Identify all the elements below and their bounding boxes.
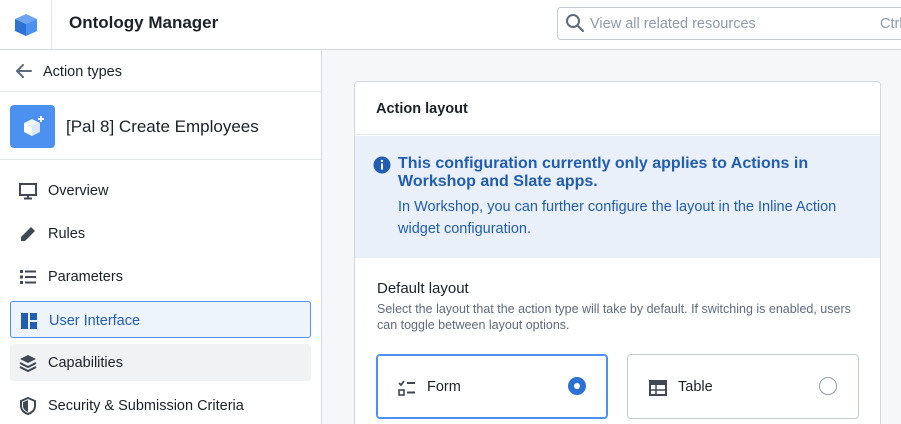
sidebar-item-label: Rules [48, 226, 86, 242]
sidebar-item-label: Overview [48, 183, 109, 199]
action-layout-card: Action layout This configuration current… [354, 81, 881, 424]
layers-icon [19, 355, 37, 372]
radio-table[interactable] [819, 377, 837, 395]
option-label: Form [427, 379, 461, 395]
radio-form[interactable] [568, 377, 586, 395]
search-shortcut-hint: Ctrl [880, 16, 901, 32]
sidebar: Action types [Pal 8] Create Employees Ov… [0, 50, 322, 424]
app-title: Ontology Manager [69, 13, 219, 32]
back-to-action-types[interactable]: Action types [0, 50, 321, 92]
list-icon [20, 270, 36, 284]
arrow-left-icon [16, 64, 32, 78]
sidebar-item-label: Parameters [48, 269, 123, 285]
callout-title: This configuration currently only applie… [398, 155, 809, 190]
app-logo[interactable] [0, 0, 52, 49]
layout-option-form[interactable]: Form [376, 354, 608, 419]
edit-icon [21, 227, 35, 241]
form-icon [398, 380, 415, 396]
sidebar-item-label: Security & Submission Criteria [48, 398, 244, 414]
sidebar-item-capabilities[interactable]: Capabilities [10, 344, 311, 381]
sidebar-item-user-interface[interactable]: User Interface [10, 301, 311, 338]
default-layout-label: Default layout [377, 280, 469, 297]
action-type-name: [Pal 8] Create Employees [66, 117, 259, 136]
card-header: Action layout [355, 82, 880, 135]
cube-add-icon [10, 105, 55, 148]
search-placeholder: View all related resources [590, 16, 756, 32]
sidebar-item-label: User Interface [49, 313, 141, 329]
search-input[interactable]: View all related resources Ctrl [557, 7, 901, 40]
back-label: Action types [43, 64, 122, 80]
cube-icon [14, 13, 37, 36]
sidebar-item-label: Capabilities [48, 355, 123, 371]
info-icon [373, 156, 391, 174]
top-bar: Ontology Manager View all related resour… [0, 0, 901, 50]
desktop-icon [19, 183, 37, 200]
shield-icon [20, 397, 36, 415]
table-icon [649, 380, 667, 396]
layout-option-table[interactable]: Table [627, 354, 859, 419]
sidebar-item-rules[interactable]: Rules [10, 215, 311, 252]
search-icon [566, 14, 585, 33]
sidebar-item-security[interactable]: Security & Submission Criteria [10, 387, 311, 424]
info-callout: This configuration currently only applie… [355, 136, 880, 258]
callout-body: In Workshop, you can further configure t… [398, 199, 837, 237]
default-layout-help: Select the layout that the action type w… [377, 302, 851, 332]
option-label: Table [678, 379, 713, 395]
card-title: Action layout [376, 101, 468, 117]
sidebar-item-overview[interactable]: Overview [10, 172, 311, 209]
sidebar-item-parameters[interactable]: Parameters [10, 258, 311, 295]
action-type-header: [Pal 8] Create Employees [0, 92, 321, 160]
layout-icon [21, 313, 37, 329]
